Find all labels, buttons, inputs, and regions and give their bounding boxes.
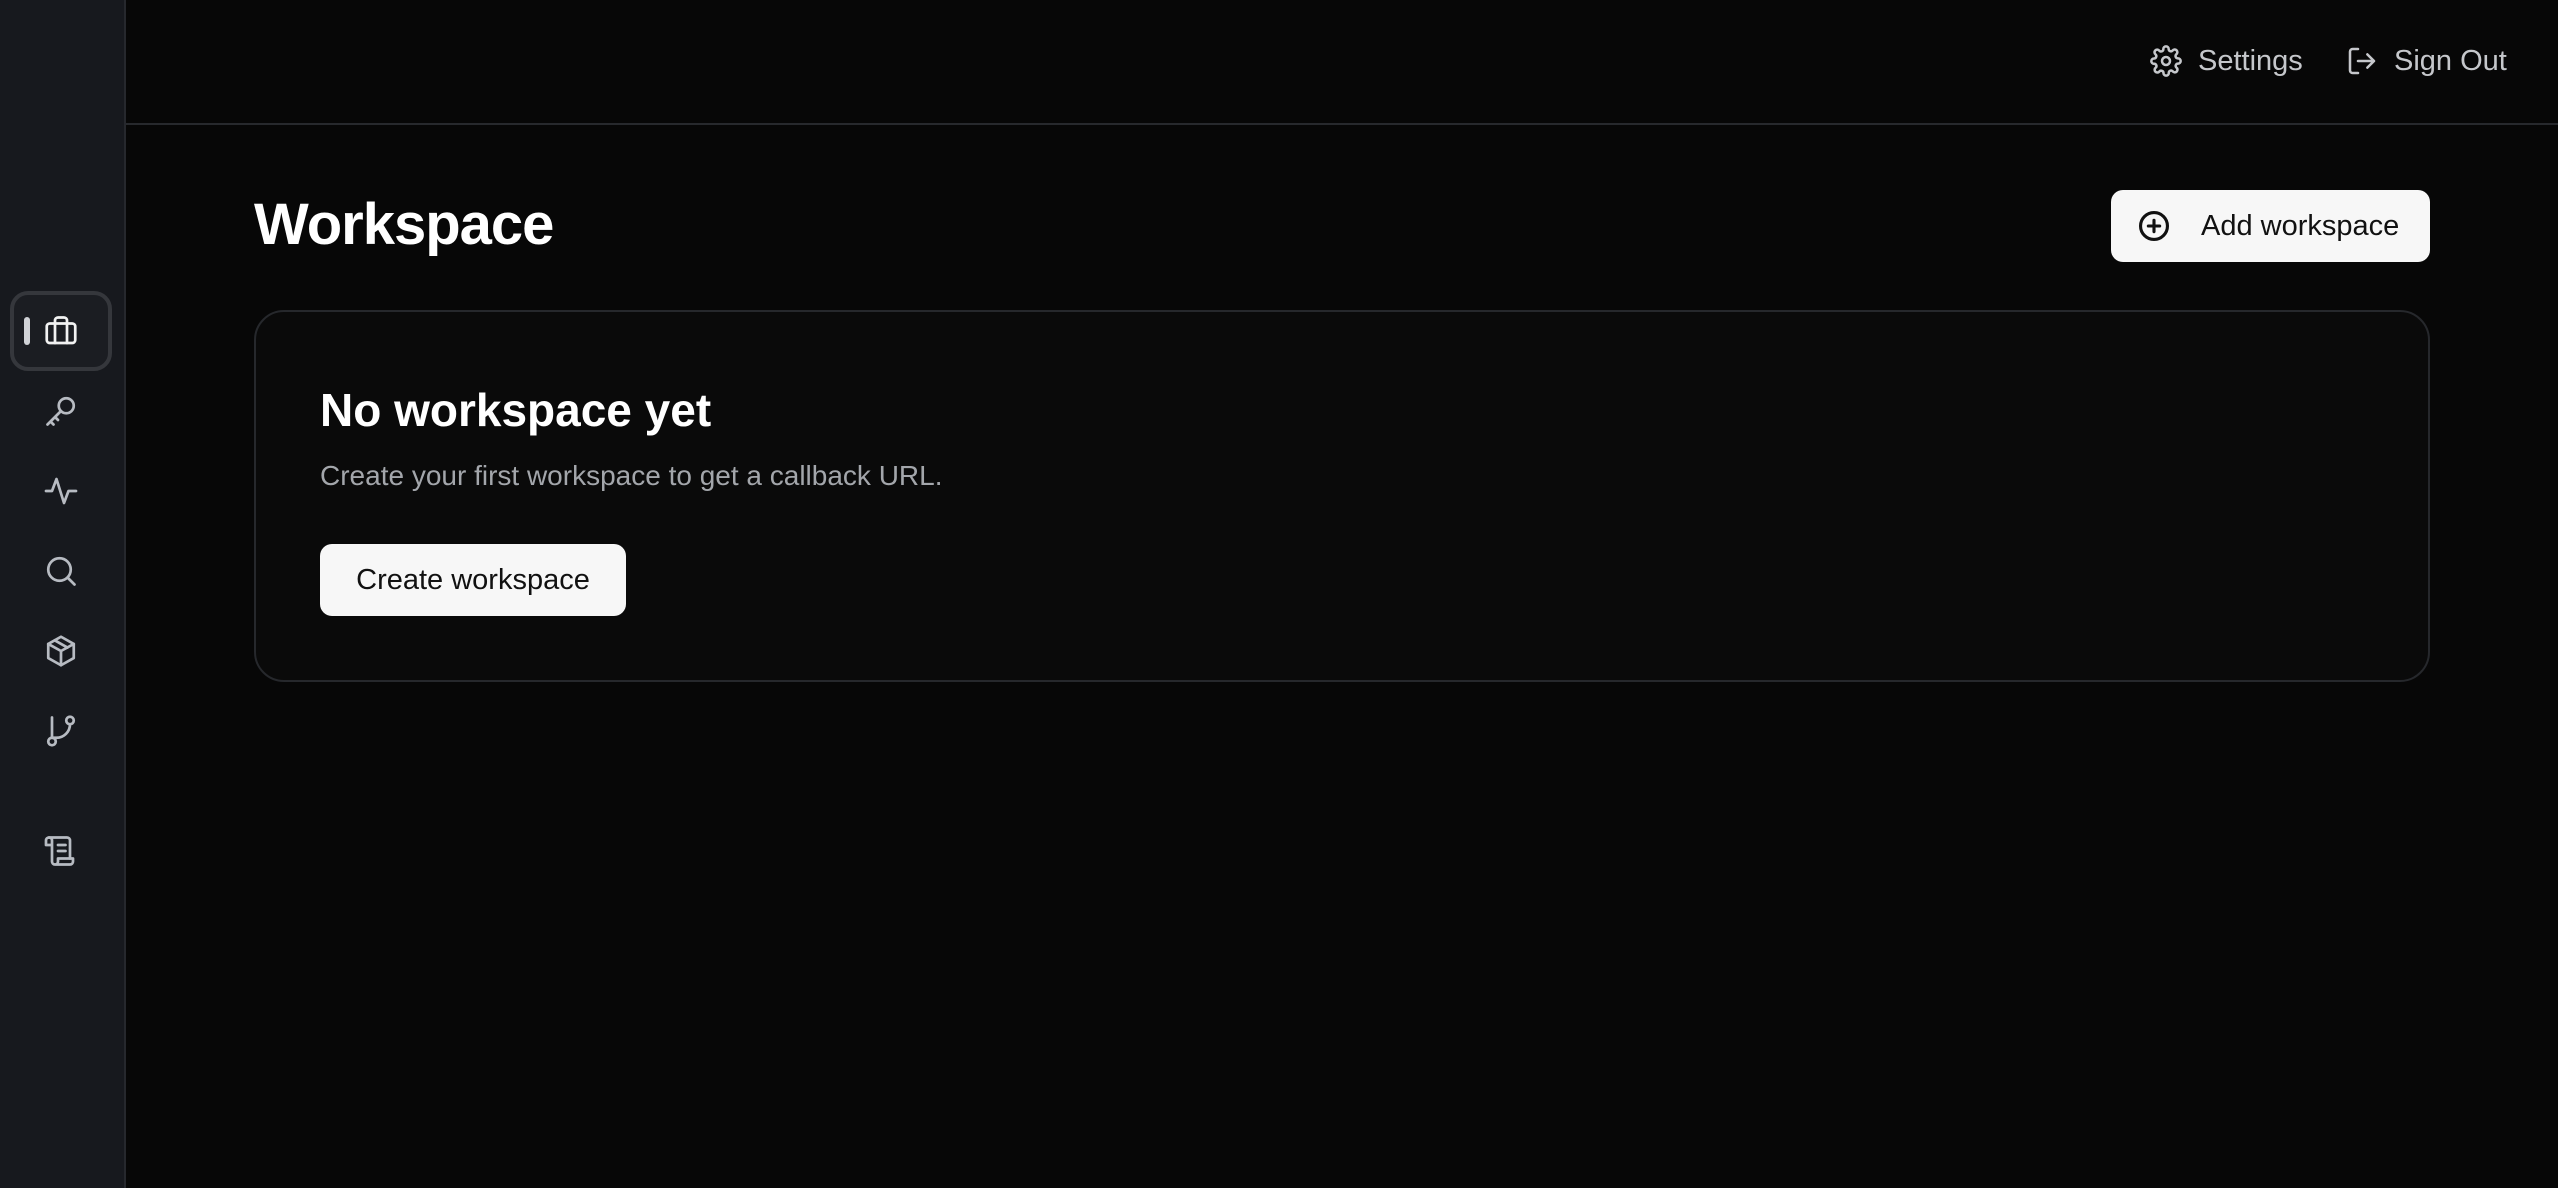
search-icon [46, 556, 76, 586]
git-branch-icon [46, 715, 76, 747]
scroll-icon [44, 836, 75, 866]
log-out-icon [2348, 47, 2376, 75]
settings-label: Settings [2198, 44, 2303, 77]
active-indicator [24, 317, 30, 345]
sidebar [0, 0, 126, 1188]
empty-state-card: No workspace yet Create your first works… [254, 310, 2430, 682]
sign-out-button[interactable]: Sign Out [2346, 38, 2507, 84]
sidebar-item-workspaces[interactable] [10, 291, 112, 371]
package-icon [46, 635, 76, 667]
sidebar-item-activity[interactable] [10, 451, 112, 531]
sidebar-item-branches[interactable] [10, 691, 112, 771]
settings-button[interactable]: Settings [2150, 38, 2303, 84]
sidebar-item-packages[interactable] [10, 611, 112, 691]
add-workspace-label: Add workspace [2201, 209, 2400, 242]
add-workspace-button[interactable]: Add workspace [2111, 190, 2430, 262]
sidebar-item-logs[interactable] [10, 811, 112, 891]
key-icon [46, 396, 76, 426]
gear-icon [2150, 45, 2182, 77]
empty-state-title: No workspace yet [320, 384, 712, 436]
empty-state-description: Create your first workspace to get a cal… [320, 460, 943, 491]
sidebar-item-search[interactable] [10, 531, 112, 611]
briefcase-icon [45, 316, 77, 345]
top-bar: Settings Sign Out [126, 0, 2558, 125]
sidebar-item-keys[interactable] [10, 371, 112, 451]
activity-icon [44, 477, 78, 505]
create-workspace-label: Create workspace [356, 563, 590, 596]
page-title: Workspace [254, 192, 554, 257]
plus-circle-icon [2138, 210, 2170, 242]
sign-out-label: Sign Out [2394, 44, 2507, 77]
app-window: Settings Sign Out Workspace Add workspac… [0, 0, 2558, 1188]
create-workspace-button[interactable]: Create workspace [320, 544, 626, 616]
